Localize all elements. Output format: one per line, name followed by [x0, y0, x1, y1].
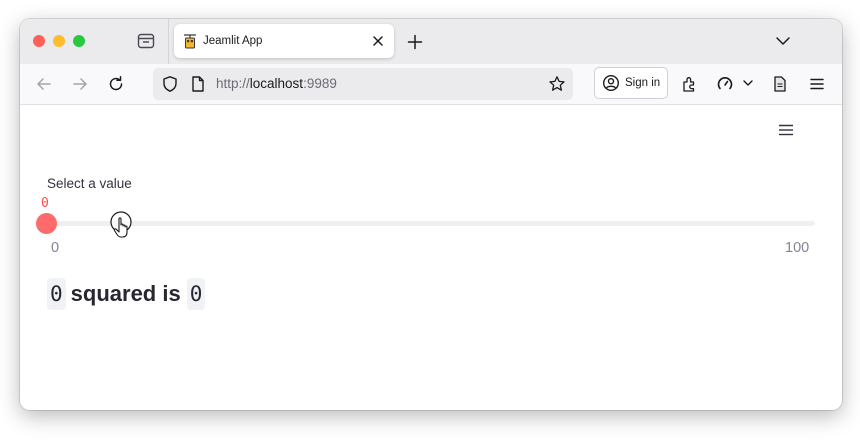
extensions-icon[interactable]	[681, 75, 699, 93]
minimize-window-button[interactable]	[53, 35, 65, 47]
reload-icon[interactable]	[107, 75, 125, 93]
menu-icon[interactable]	[808, 75, 826, 93]
slider-max-label: 100	[785, 240, 810, 256]
tab-jeamlit-app[interactable]: Jeamlit App	[174, 24, 394, 58]
close-window-button[interactable]	[33, 35, 45, 47]
sign-in-label: Sign in	[625, 77, 661, 89]
star-icon[interactable]	[548, 75, 566, 93]
tab-strip: Jeamlit App	[20, 19, 842, 64]
app-favicon	[184, 34, 196, 49]
slider-label: Select a value	[47, 176, 132, 191]
account-icon	[602, 74, 620, 92]
zoom-window-button[interactable]	[73, 35, 85, 47]
url-text[interactable]: http://localhost:9989	[216, 76, 337, 92]
back-arrow-icon[interactable]	[35, 75, 53, 93]
speedometer-icon[interactable]	[716, 75, 734, 93]
navigation-toolbar: http://localhost:9989 Sign in	[20, 64, 842, 105]
slider-current-value: 0	[41, 196, 49, 211]
result-input-value: 0	[47, 278, 66, 310]
menu-icon[interactable]	[778, 123, 794, 137]
url-scheme: http://	[216, 76, 250, 91]
page-content: Select a value 0 0 100 0 squared is 0	[20, 105, 842, 410]
chevron-down-icon[interactable]	[774, 33, 792, 49]
sign-in-button[interactable]: Sign in	[594, 67, 668, 99]
url-bar[interactable]: http://localhost:9989	[153, 68, 573, 100]
shield-icon[interactable]	[161, 75, 179, 93]
result-output-value: 0	[186, 278, 206, 310]
close-icon[interactable]	[370, 33, 386, 49]
slider-min-label: 0	[51, 240, 60, 256]
result-text: squared is	[70, 281, 181, 306]
browser-window: Jeamlit App http://localhost:9989 Sign i…	[20, 19, 842, 410]
slider-thumb[interactable]	[36, 213, 57, 234]
page-icon[interactable]	[189, 75, 207, 93]
slider-track[interactable]	[47, 221, 815, 226]
result-heading: 0 squared is 0	[47, 278, 206, 310]
reader-icon[interactable]	[771, 75, 789, 93]
hand-cursor-icon	[110, 211, 132, 238]
forward-arrow-icon[interactable]	[71, 75, 89, 93]
url-host: localhost	[249, 76, 304, 91]
tab-overview-icon[interactable]	[137, 33, 155, 49]
chevron-down-icon[interactable]	[741, 76, 755, 90]
plus-icon[interactable]	[406, 33, 424, 51]
tab-separator	[168, 19, 169, 64]
tab-title: Jeamlit App	[203, 35, 263, 47]
url-port: :9989	[303, 76, 337, 91]
